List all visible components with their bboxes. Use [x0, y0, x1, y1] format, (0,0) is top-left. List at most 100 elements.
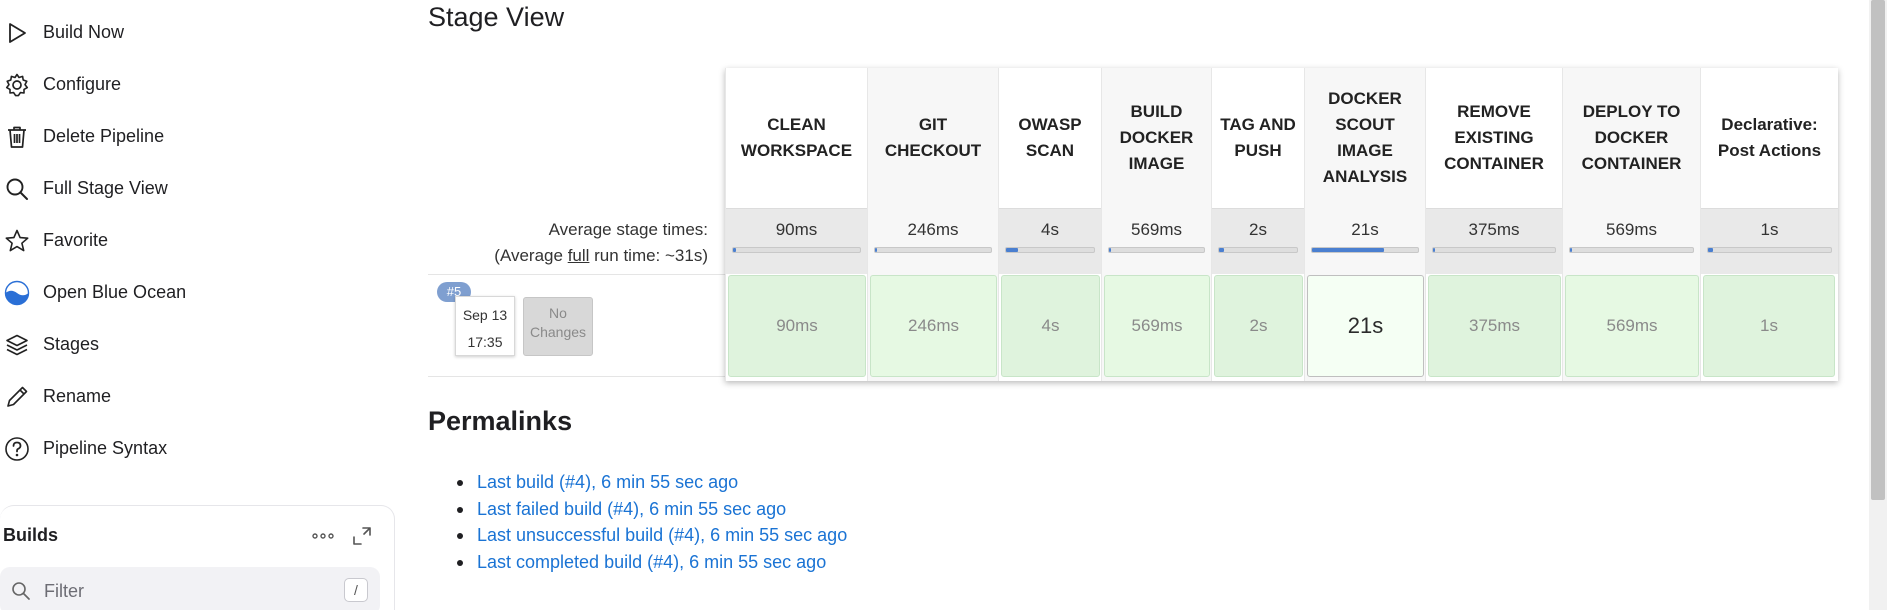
sidebar-item-full-stage-view[interactable]: Full Stage View	[0, 168, 380, 208]
stage-header: TAG AND PUSH	[1220, 115, 1296, 160]
stage-avg-bar-fill	[1708, 248, 1713, 252]
stage-run-cell[interactable]: 2s	[1214, 275, 1303, 377]
stage-run-cell[interactable]: 4s	[1001, 275, 1100, 377]
stage-avg-bar	[1569, 247, 1694, 253]
stage-header: DOCKER SCOUT IMAGE ANALYSIS	[1322, 89, 1408, 186]
sidebar-item-label: Open Blue Ocean	[43, 282, 187, 302]
gear-icon	[5, 73, 29, 97]
stage-column: BUILD DOCKER IMAGE 569ms 569ms	[1101, 68, 1211, 381]
stage-avg-time: 246ms	[907, 220, 959, 239]
permalink-last-build[interactable]: Last build (#4), 6 min 55 sec ago	[477, 472, 738, 493]
build-date: Sep 13	[462, 307, 508, 323]
sidebar-item-build-now[interactable]: Build Now	[0, 12, 380, 52]
page-title: Stage View	[428, 2, 565, 32]
stage-header: OWASP SCAN	[1018, 115, 1082, 160]
stage-avg-bar	[1218, 247, 1298, 253]
avg-run-time-label: (Average full run time: ~31s)	[494, 246, 708, 266]
stage-avg-bar	[1311, 247, 1419, 253]
stage-header: DEPLOY TO DOCKER CONTAINER	[1581, 102, 1682, 173]
stage-run-cell[interactable]: 1s	[1703, 275, 1835, 377]
avg-stage-times-label: Average stage times:	[548, 220, 708, 239]
sidebar-item-label: Rename	[43, 386, 112, 406]
stage-column: TAG AND PUSH 2s 2s	[1211, 68, 1304, 381]
stage-avg-bar-fill	[1219, 248, 1225, 252]
build-changes[interactable]: No Changes	[523, 297, 593, 356]
play-icon	[9, 23, 26, 43]
stage-avg-bar-fill	[1312, 248, 1385, 252]
permalink-last-unsuccessful-build[interactable]: Last unsuccessful build (#4), 6 min 55 s…	[477, 525, 847, 546]
stage-column: DEPLOY TO DOCKER CONTAINER 569ms 569ms	[1562, 68, 1700, 381]
sidebar-item-favorite[interactable]: Favorite	[0, 220, 380, 260]
stage-avg-time: 1s	[1760, 220, 1779, 239]
stage-column: Declarative: Post Actions 1s 1s	[1700, 68, 1838, 381]
scrollbar-thumb[interactable]	[1871, 0, 1885, 500]
sidebar-item-label: Pipeline Syntax	[43, 438, 168, 458]
sidebar-item-label: Full Stage View	[43, 178, 168, 198]
filter-shortcut-key: /	[344, 578, 368, 602]
stage-header: BUILD DOCKER IMAGE	[1119, 102, 1194, 173]
stage-avg-bar-fill	[1006, 248, 1019, 252]
stage-header: GIT CHECKOUT	[884, 115, 982, 160]
stage-avg-bar	[874, 247, 992, 253]
stage-header: Declarative: Post Actions	[1717, 115, 1822, 160]
stage-column: CLEAN WORKSPACE 90ms 90ms	[725, 68, 867, 381]
sidebar-item-pipeline-syntax[interactable]: Pipeline Syntax	[0, 428, 380, 468]
expand-icon[interactable]	[350, 524, 374, 548]
layers-icon	[6, 334, 28, 356]
builds-title: Builds	[3, 525, 59, 545]
stage-avg-time: 2s	[1249, 220, 1267, 239]
build-time: 17:35	[467, 334, 503, 350]
stage-run-cell[interactable]: 375ms	[1428, 275, 1561, 377]
stage-run-cell[interactable]: 21s	[1307, 275, 1424, 377]
more-options-icon[interactable]	[309, 524, 337, 548]
sidebar-item-label: Favorite	[43, 230, 109, 250]
help-icon	[5, 437, 29, 461]
avg-run-prefix: (Average	[494, 246, 568, 265]
stage-avg-bar-fill	[875, 248, 878, 252]
sidebar-item-stages[interactable]: Stages	[0, 324, 380, 364]
pencil-icon	[7, 386, 28, 407]
build-date-box: Sep 13 17:35	[455, 296, 515, 356]
stage-avg-bar-fill	[1433, 248, 1436, 252]
stage-avg-bar	[1707, 247, 1832, 253]
stage-column: REMOVE EXISTING CONTAINER 375ms 375ms	[1425, 68, 1562, 381]
stage-avg-bar-fill	[733, 248, 736, 252]
permalink-last-completed-build[interactable]: Last completed build (#4), 6 min 55 sec …	[477, 552, 826, 573]
blue-ocean-icon	[4, 280, 30, 306]
stage-run-cell[interactable]: 569ms	[1565, 275, 1699, 377]
full-run-time-link[interactable]: full	[568, 246, 590, 265]
sidebar-item-configure[interactable]: Configure	[0, 64, 380, 104]
trash-icon	[8, 126, 26, 148]
stage-run-cell[interactable]: 246ms	[870, 275, 997, 377]
stage-avg-time: 569ms	[1605, 220, 1658, 239]
stage-header: CLEAN WORKSPACE	[740, 115, 853, 160]
stage-avg-bar-fill	[1109, 248, 1111, 252]
stage-run-cell[interactable]: 569ms	[1104, 275, 1210, 377]
permalink-last-failed-build[interactable]: Last failed build (#4), 6 min 55 sec ago	[477, 499, 786, 520]
stage-avg-bar	[1108, 247, 1205, 253]
sidebar: Build Now Configure Delete Pipeline Full…	[0, 0, 400, 610]
stage-avg-bar-fill	[1570, 248, 1573, 252]
stage-avg-bar	[732, 247, 861, 253]
avg-run-suffix: run time: ~31s)	[589, 246, 708, 265]
stage-avg-time: 375ms	[1468, 220, 1520, 239]
stage-avg-bar	[1005, 247, 1095, 253]
sidebar-item-label: Delete Pipeline	[43, 126, 165, 146]
sidebar-item-label: Build Now	[43, 22, 125, 42]
stage-run-cell[interactable]: 90ms	[728, 275, 866, 377]
stage-column: OWASP SCAN 4s 4s	[998, 68, 1101, 381]
permalinks-title: Permalinks	[428, 406, 573, 436]
sidebar-item-delete-pipeline[interactable]: Delete Pipeline	[0, 116, 380, 156]
stage-header: REMOVE EXISTING CONTAINER	[1444, 102, 1544, 173]
sidebar-item-label: Configure	[43, 74, 122, 94]
search-icon	[12, 582, 30, 600]
filter-input[interactable]	[44, 578, 314, 604]
stage-avg-time: 90ms	[775, 220, 818, 239]
star-icon	[5, 229, 29, 252]
stage-avg-time: 569ms	[1130, 220, 1183, 239]
builds-filter[interactable]	[0, 567, 380, 610]
stage-avg-time: 4s	[1041, 220, 1059, 239]
stage-column: GIT CHECKOUT 246ms 246ms	[867, 68, 998, 381]
sidebar-item-open-blue-ocean[interactable]: Open Blue Ocean	[0, 272, 380, 312]
sidebar-item-rename[interactable]: Rename	[0, 376, 380, 416]
